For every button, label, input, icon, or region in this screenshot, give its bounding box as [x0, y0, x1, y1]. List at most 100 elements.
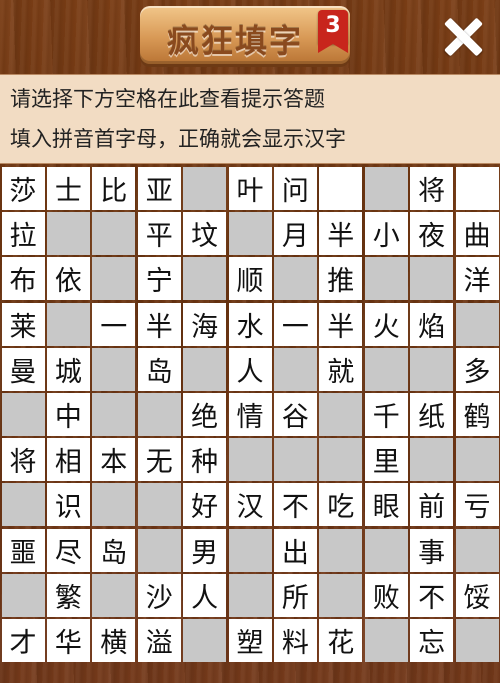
grid-cell[interactable]: 一: [92, 302, 136, 346]
grid-cell-blocked: [92, 573, 136, 617]
header-bar: 疯狂填字 3: [0, 0, 500, 74]
grid-cell[interactable]: 洋: [455, 257, 499, 301]
grid-cell[interactable]: [319, 167, 363, 210]
grid-cell[interactable]: 无: [137, 438, 181, 482]
grid-cell[interactable]: 岛: [92, 528, 136, 572]
grid-cell[interactable]: 将: [410, 167, 454, 210]
grid-cell-blocked: [92, 347, 136, 391]
grid-cell[interactable]: 塑: [228, 619, 272, 662]
grid-cell[interactable]: 汉: [228, 483, 272, 527]
grid-cell[interactable]: 眼: [364, 483, 408, 527]
grid-cell[interactable]: 海: [183, 302, 227, 346]
grid-cell[interactable]: 繁: [46, 573, 90, 617]
grid-cell[interactable]: 叶: [228, 167, 272, 210]
grid-cell[interactable]: 莱: [1, 302, 45, 346]
grid-cell[interactable]: 人: [183, 573, 227, 617]
grid-cell-blocked: [183, 347, 227, 391]
grid-cell[interactable]: 相: [46, 438, 90, 482]
grid-cell[interactable]: 花: [319, 619, 363, 662]
close-button[interactable]: [436, 10, 490, 64]
grid-cell[interactable]: 一: [273, 302, 317, 346]
grid-cell[interactable]: 亚: [137, 167, 181, 210]
grid-cell[interactable]: 出: [273, 528, 317, 572]
grid-cell[interactable]: 华: [46, 619, 90, 662]
grid-cell-blocked: [319, 528, 363, 572]
grid-cell[interactable]: 馁: [455, 573, 499, 617]
grid-cell[interactable]: 忘: [410, 619, 454, 662]
grid-cell-blocked: [273, 438, 317, 482]
grid-cell[interactable]: 半: [137, 302, 181, 346]
grid-cell[interactable]: 曲: [455, 212, 499, 256]
grid-cell[interactable]: 城: [46, 347, 90, 391]
grid-cell[interactable]: 依: [46, 257, 90, 301]
grid-cell[interactable]: 本: [92, 438, 136, 482]
grid-cell[interactable]: 宁: [137, 257, 181, 301]
grid-cell-blocked: [364, 167, 408, 210]
grid-cell[interactable]: 谷: [273, 393, 317, 436]
grid-cell[interactable]: 鹤: [455, 393, 499, 436]
grid-cell[interactable]: 识: [46, 483, 90, 527]
grid-cell[interactable]: 才: [1, 619, 45, 662]
grid-cell[interactable]: 士: [46, 167, 90, 210]
grid-cell-blocked: [183, 167, 227, 210]
grid-cell[interactable]: 所: [273, 573, 317, 617]
grid-cell[interactable]: 料: [273, 619, 317, 662]
grid-cell-blocked: [1, 573, 45, 617]
grid-cell[interactable]: 前: [410, 483, 454, 527]
grid-cell-blocked: [410, 257, 454, 301]
grid-cell[interactable]: 推: [319, 257, 363, 301]
grid-cell[interactable]: 多: [455, 347, 499, 391]
grid-cell[interactable]: 坟: [183, 212, 227, 256]
grid-cell[interactable]: 月: [273, 212, 317, 256]
grid-cell[interactable]: 横: [92, 619, 136, 662]
grid-cell[interactable]: 岛: [137, 347, 181, 391]
grid-cell[interactable]: 小: [364, 212, 408, 256]
grid-cell[interactable]: 里: [364, 438, 408, 482]
grid-cell[interactable]: 中: [46, 393, 90, 436]
grid-cell[interactable]: [455, 167, 499, 210]
grid-cell[interactable]: 亏: [455, 483, 499, 527]
grid-cell[interactable]: 夜: [410, 212, 454, 256]
grid-cell-blocked: [228, 438, 272, 482]
grid-cell[interactable]: 焰: [410, 302, 454, 346]
grid-cell[interactable]: 人: [228, 347, 272, 391]
grid-cell-blocked: [46, 212, 90, 256]
grid-cell[interactable]: 布: [1, 257, 45, 301]
grid-cell[interactable]: 莎: [1, 167, 45, 210]
grid-cell[interactable]: 不: [273, 483, 317, 527]
grid-cell[interactable]: 将: [1, 438, 45, 482]
grid-cell[interactable]: 尽: [46, 528, 90, 572]
title-plaque: 疯狂填字 3: [140, 6, 350, 64]
grid-cell[interactable]: 拉: [1, 212, 45, 256]
grid-cell[interactable]: 绝: [183, 393, 227, 436]
grid-cell[interactable]: 不: [410, 573, 454, 617]
grid-cell[interactable]: 败: [364, 573, 408, 617]
grid-cell[interactable]: 千: [364, 393, 408, 436]
grid-cell[interactable]: 半: [319, 302, 363, 346]
grid-cell[interactable]: 问: [273, 167, 317, 210]
grid-cell-blocked: [364, 528, 408, 572]
grid-cell[interactable]: 火: [364, 302, 408, 346]
grid-cell-blocked: [228, 528, 272, 572]
grid-cell[interactable]: 事: [410, 528, 454, 572]
grid-cell[interactable]: 种: [183, 438, 227, 482]
grid-cell-blocked: [455, 302, 499, 346]
grid-cell[interactable]: 男: [183, 528, 227, 572]
grid-cell[interactable]: 顺: [228, 257, 272, 301]
grid-cell[interactable]: 情: [228, 393, 272, 436]
grid-cell[interactable]: 曼: [1, 347, 45, 391]
grid-cell[interactable]: 沙: [137, 573, 181, 617]
grid-cell[interactable]: 半: [319, 212, 363, 256]
grid-cell[interactable]: 吃: [319, 483, 363, 527]
grid-cell[interactable]: 比: [92, 167, 136, 210]
game-title: 疯狂填字: [166, 22, 303, 60]
grid-cell[interactable]: 平: [137, 212, 181, 256]
grid-cell-blocked: [137, 528, 181, 572]
grid-cell-blocked: [1, 393, 45, 436]
grid-cell[interactable]: 就: [319, 347, 363, 391]
grid-cell[interactable]: 纸: [410, 393, 454, 436]
grid-cell[interactable]: 好: [183, 483, 227, 527]
grid-cell[interactable]: 噩: [1, 528, 45, 572]
grid-cell[interactable]: 溢: [137, 619, 181, 662]
grid-cell[interactable]: 水: [228, 302, 272, 346]
